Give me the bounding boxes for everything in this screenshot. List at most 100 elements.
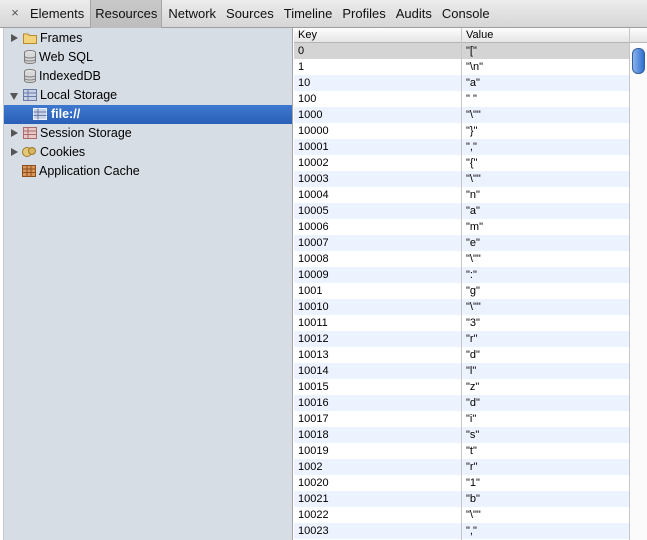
tab-console[interactable]: Console [438, 0, 494, 28]
value-cell: "\n" [466, 61, 483, 73]
table-row[interactable]: 10007 "e" [294, 235, 630, 251]
sidebar-item-frames[interactable]: Frames [4, 29, 292, 48]
value-cell: "d" [466, 349, 480, 361]
key-cell: 10001 [298, 141, 329, 153]
table-row[interactable]: 10004 "n" [294, 187, 630, 203]
table-row[interactable]: 10021 "b" [294, 491, 630, 507]
table-row[interactable]: 10009 ":" [294, 267, 630, 283]
sidebar-item-label: file:// [51, 107, 81, 121]
table-row[interactable]: 10014 "l" [294, 363, 630, 379]
key-cell: 10 [298, 77, 311, 89]
column-header-value[interactable]: Value [466, 28, 493, 42]
key-cell: 10011 [298, 317, 328, 329]
value-cell: " " [466, 93, 477, 105]
value-cell: "z" [466, 381, 480, 393]
table-row[interactable]: 10010 "\"" [294, 299, 630, 315]
tab-network[interactable]: Network [164, 0, 220, 28]
table-row[interactable]: 10008 "\"" [294, 251, 630, 267]
app-cache-icon [22, 165, 36, 177]
table-row[interactable]: 10011 "3" [294, 315, 630, 331]
disclosure-triangle-icon[interactable] [11, 34, 18, 42]
key-cell: 10009 [298, 269, 329, 281]
table-row[interactable]: 10018 "s" [294, 427, 630, 443]
key-cell: 10008 [298, 253, 329, 265]
tab-timeline[interactable]: Timeline [280, 0, 337, 28]
storage-grid-icon [33, 108, 47, 120]
table-row[interactable]: 1001 "g" [294, 283, 630, 299]
table-row[interactable]: 10003 "\"" [294, 171, 630, 187]
key-cell: 10023 [298, 525, 329, 537]
key-cell: 10018 [298, 429, 329, 441]
key-cell: 10017 [298, 413, 329, 425]
vertical-scrollbar[interactable] [630, 43, 647, 540]
table-row[interactable]: 10023 "," [294, 523, 630, 539]
sidebar-item-cookies[interactable]: Cookies [4, 143, 292, 162]
sidebar-item-label: Cookies [40, 145, 86, 159]
table-row[interactable]: 10006 "m" [294, 219, 630, 235]
table-row[interactable]: 10002 "{" [294, 155, 630, 171]
tab-sources[interactable]: Sources [222, 0, 278, 28]
value-cell: "}" [466, 125, 478, 137]
table-row[interactable]: 10000 "}" [294, 123, 630, 139]
sidebar-item-file-origin[interactable]: file:// [4, 105, 292, 124]
key-cell: 1002 [298, 461, 323, 473]
tab-audits[interactable]: Audits [392, 0, 436, 28]
table-row[interactable]: 1000 "\"" [294, 107, 630, 123]
table-row[interactable]: 1002 "r" [294, 459, 630, 475]
panel-tabs: Elements Resources Network Sources Timel… [26, 0, 496, 28]
column-header-key[interactable]: Key [298, 28, 317, 42]
value-cell: "m" [466, 221, 483, 233]
table-row[interactable]: 0 "[" [294, 43, 630, 59]
disclosure-triangle-icon[interactable] [11, 148, 18, 156]
value-cell: "r" [466, 461, 478, 473]
sidebar-item-label: Frames [40, 31, 83, 45]
resources-sidebar: Frames Web SQL IndexedDB Local Storage f… [4, 28, 293, 540]
table-row[interactable]: 10022 "\"" [294, 507, 630, 523]
table-row[interactable]: 10001 "," [294, 139, 630, 155]
disclosure-triangle-icon[interactable] [11, 129, 18, 137]
table-row[interactable]: 10016 "d" [294, 395, 630, 411]
tab-elements[interactable]: Elements [26, 0, 88, 28]
sidebar-item-web-sql[interactable]: Web SQL [4, 48, 292, 67]
value-cell: "i" [466, 413, 477, 425]
table-row[interactable]: 10017 "i" [294, 411, 630, 427]
key-cell: 10003 [298, 173, 329, 185]
sidebar-item-label: Web SQL [39, 50, 93, 64]
table-row[interactable]: 10013 "d" [294, 347, 630, 363]
sidebar-item-application-cache[interactable]: Application Cache [4, 162, 292, 181]
table-row[interactable]: 10012 "r" [294, 331, 630, 347]
scrollbar-thumb[interactable] [632, 48, 645, 74]
sidebar-item-session-storage[interactable]: Session Storage [4, 124, 292, 143]
key-cell: 10014 [298, 365, 329, 377]
key-cell: 10019 [298, 445, 329, 457]
key-cell: 10005 [298, 205, 329, 217]
key-cell: 10010 [298, 301, 329, 313]
sidebar-item-local-storage[interactable]: Local Storage [4, 86, 292, 105]
table-row[interactable]: 10015 "z" [294, 379, 630, 395]
table-row[interactable]: 10019 "t" [294, 443, 630, 459]
sidebar-item-indexeddb[interactable]: IndexedDB [4, 67, 292, 86]
key-cell: 10022 [298, 509, 329, 521]
storage-grid-icon [23, 127, 37, 139]
tab-resources[interactable]: Resources [90, 0, 163, 28]
value-cell: "b" [466, 493, 480, 505]
table-row[interactable]: 1 "\n" [294, 59, 630, 75]
close-icon[interactable]: × [8, 6, 22, 20]
value-cell: "n" [466, 189, 480, 201]
disclosure-triangle-icon[interactable] [10, 93, 18, 100]
value-cell: "d" [466, 397, 480, 409]
value-cell: "a" [466, 77, 480, 89]
key-cell: 10007 [298, 237, 329, 249]
key-cell: 10021 [298, 493, 329, 505]
value-cell: "l" [466, 365, 477, 377]
tab-profiles[interactable]: Profiles [338, 0, 389, 28]
table-row[interactable]: 10 "a" [294, 75, 630, 91]
value-cell: "e" [466, 237, 480, 249]
table-row[interactable]: 100 " " [294, 91, 630, 107]
column-divider [461, 28, 462, 540]
value-cell: "\"" [466, 253, 481, 265]
table-row[interactable]: 10020 "1" [294, 475, 630, 491]
cookie-icon [22, 147, 36, 157]
key-cell: 10000 [298, 125, 329, 137]
table-row[interactable]: 10005 "a" [294, 203, 630, 219]
